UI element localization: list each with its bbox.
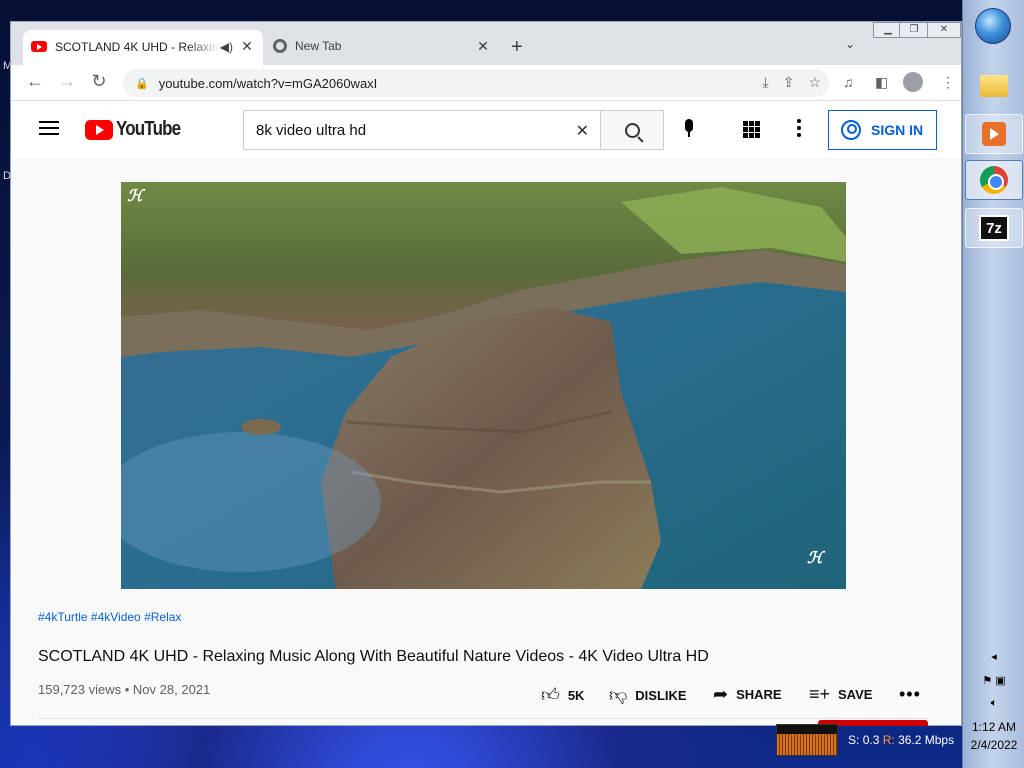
chrome-window: SCOTLAND 4K UHD - Relaxing ◀) ✕ New Tab … [10, 21, 962, 726]
more-actions-icon[interactable]: ••• [899, 684, 921, 705]
save-label: SAVE [838, 687, 873, 702]
dislike-button[interactable]: 👎︎ DISLIKE [609, 684, 687, 706]
video-meta: 159,723 views • Nov 28, 2021 [38, 682, 210, 697]
video-hashtags[interactable]: #4kTurtle #4kVideo #Relax [38, 610, 181, 624]
like-count: 5K [567, 687, 585, 703]
reload-icon[interactable]: ↻ [87, 71, 111, 92]
bookmark-star-icon[interactable]: ☆ [808, 74, 821, 91]
youtube-page: YouTube 8k video ultra hd ✕ SIGN IN ℋ ℋ … [11, 102, 961, 725]
recv-value: 36.2 Mbps [898, 733, 955, 747]
youtube-header: YouTube 8k video ultra hd ✕ SIGN IN [11, 102, 961, 158]
restore-button[interactable]: ❐ [899, 22, 929, 38]
system-clock[interactable]: 1:12 AM 2/4/2022 [963, 718, 1024, 754]
search-icon [624, 122, 640, 138]
address-bar[interactable]: 🔒 youtube.com/watch?v=mGA2060waxI ⤓ ⇪ ☆ [123, 69, 829, 97]
tab-search-chevron-icon[interactable]: ⌄ [845, 37, 855, 51]
speaker-icon[interactable]: ◀) [220, 40, 233, 54]
apps-grid-icon[interactable] [743, 121, 760, 138]
taskbar-media-player[interactable] [965, 114, 1023, 154]
close-tab-icon[interactable]: ✕ [239, 38, 255, 55]
share-page-icon[interactable]: ⇪ [783, 74, 795, 91]
search-query: 8k video ultra hd [256, 121, 367, 139]
network-meter-graph [776, 724, 838, 756]
tab-title: SCOTLAND 4K UHD - Relaxing [55, 39, 220, 54]
search-input[interactable]: 8k video ultra hd ✕ [243, 110, 601, 150]
settings-kebab-icon[interactable] [797, 119, 801, 140]
microphone-icon[interactable] [683, 119, 695, 139]
video-title: SCOTLAND 4K UHD - Relaxing Music Along W… [38, 648, 709, 665]
forward-arrow-icon[interactable]: → [55, 71, 79, 92]
save-button[interactable]: ≡+ SAVE [809, 684, 872, 705]
chrome-menu-icon[interactable]: ⋮ [941, 74, 955, 91]
taskbar: 7z ◂ ⚑ ▣ 🔈︎ 1:12 AM 2/4/2022 [962, 0, 1024, 768]
logo-wordmark: YouTube [116, 118, 181, 140]
side-panel-icon[interactable]: ◧ [875, 74, 888, 91]
share-arrow-icon: ➦ [713, 684, 729, 704]
lock-icon[interactable]: 🔒 [135, 77, 149, 90]
new-tab-plus-icon[interactable]: + [511, 36, 523, 59]
close-tab-icon[interactable]: ✕ [475, 38, 491, 55]
thumbs-down-icon: 👎︎ [609, 685, 628, 705]
like-button[interactable]: 👍︎ 5K [541, 684, 584, 706]
video-player[interactable]: ℋ ℋ [121, 182, 846, 589]
tab-strip: SCOTLAND 4K UHD - Relaxing ◀) ✕ New Tab … [11, 22, 961, 69]
share-button[interactable]: ➦ SHARE [713, 684, 782, 705]
youtube-play-logo-icon [85, 119, 113, 140]
volume-icon[interactable]: 🔈︎ [963, 697, 1024, 710]
install-app-icon[interactable]: ⤓ [763, 74, 769, 91]
tab-youtube[interactable]: SCOTLAND 4K UHD - Relaxing ◀) ✕ [23, 30, 263, 69]
network-meter-readout: S: 0.3 R: 36.2 Mbps [848, 733, 954, 747]
playlist-add-icon: ≡+ [809, 684, 831, 704]
taskbar-chrome[interactable] [965, 160, 1023, 200]
start-orb-icon[interactable] [975, 8, 1011, 44]
clock-time: 1:12 AM [971, 720, 1017, 734]
chrome-icon [980, 166, 1008, 194]
back-arrow-icon[interactable]: ← [23, 71, 47, 92]
tab-title: New Tab [295, 39, 342, 53]
hamburger-menu-icon[interactable] [39, 121, 59, 135]
send-label: S: [848, 733, 860, 747]
action-center-flag-icon[interactable]: ⚑ ▣ [963, 674, 1024, 687]
show-hidden-icons-icon[interactable]: ◂ [963, 650, 1024, 663]
divider [38, 718, 928, 719]
taskbar-file-explorer[interactable] [965, 66, 1023, 106]
url-text: youtube.com/watch?v=mGA2060waxI [158, 75, 378, 91]
view-count: 159,723 views [38, 682, 122, 697]
channel-watermark-icon: ℋ [807, 548, 823, 567]
dislike-label: DISLIKE [635, 687, 687, 703]
clock-date: 2/4/2022 [970, 738, 1018, 752]
share-label: SHARE [736, 687, 782, 702]
7zip-icon: 7z [979, 215, 1009, 241]
folder-icon [980, 75, 1008, 97]
tab-new-tab[interactable]: New Tab ✕ [265, 30, 499, 62]
search-button[interactable] [600, 110, 664, 150]
video-frame-scotland-sea-stack [121, 182, 846, 589]
sign-in-button[interactable]: SIGN IN [828, 110, 937, 150]
profile-avatar-icon[interactable] [903, 72, 923, 92]
meta-separator: • [124, 682, 133, 697]
youtube-favicon-icon [31, 41, 47, 52]
channel-watermark-icon: ℋ [127, 186, 143, 205]
upload-date: Nov 28, 2021 [132, 682, 211, 697]
close-window-button[interactable]: ✕ [927, 22, 961, 38]
media-player-icon [982, 122, 1006, 146]
youtube-logo[interactable]: YouTube [85, 118, 192, 141]
chrome-favicon-icon [273, 39, 287, 53]
sign-in-label: SIGN IN [871, 122, 924, 138]
media-control-icon[interactable]: ♫ [843, 74, 854, 90]
send-value: 0.3 [862, 733, 880, 747]
recv-label: R: [882, 733, 895, 747]
thumbs-up-icon: 👍︎ [541, 685, 560, 705]
clear-search-icon[interactable]: ✕ [576, 121, 589, 141]
browser-toolbar: ← → ↻ 🔒 youtube.com/watch?v=mGA2060waxI … [11, 65, 961, 101]
taskbar-7zip[interactable]: 7z [965, 208, 1023, 248]
user-circle-icon [841, 120, 861, 140]
